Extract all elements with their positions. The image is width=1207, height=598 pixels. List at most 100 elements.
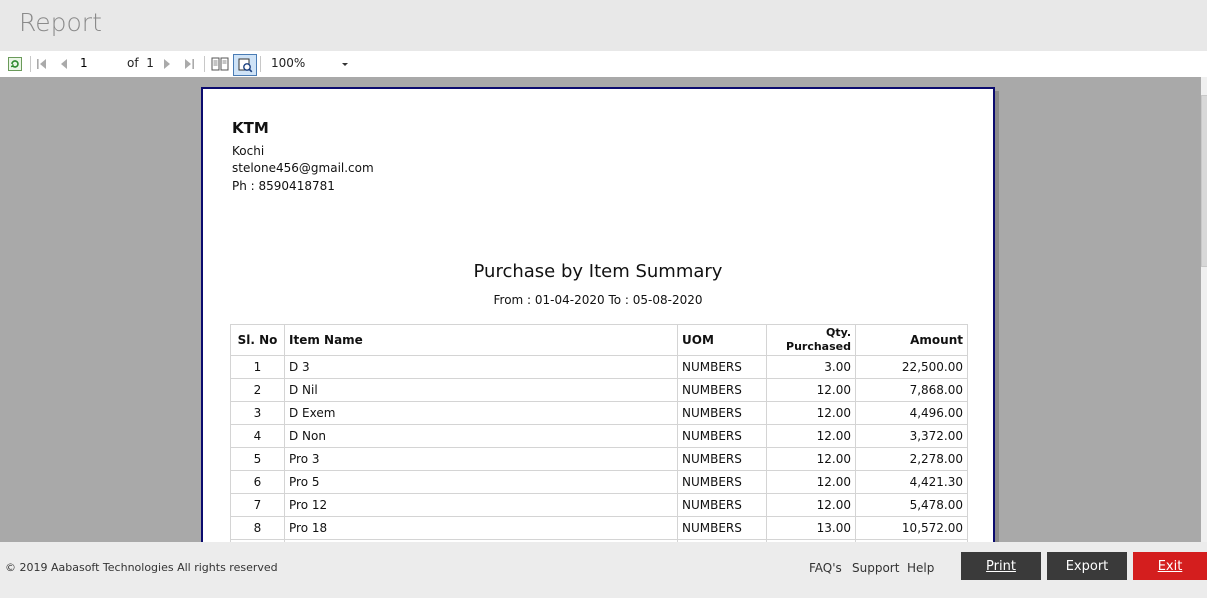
first-page-button[interactable] xyxy=(35,55,49,73)
cell-qty-purchased: 12.00 xyxy=(766,470,856,494)
report-viewer[interactable]: KTM Kochi stelone456@gmail.com Ph : 8590… xyxy=(0,77,1201,542)
cell-item-name: D Non xyxy=(284,424,678,448)
cell-sl-no: 7 xyxy=(230,493,285,517)
scrollbar-thumb[interactable] xyxy=(1201,95,1207,267)
window-title: Report xyxy=(19,8,102,37)
chevron-down-icon xyxy=(342,63,348,66)
cell-sl-no: 3 xyxy=(230,401,285,425)
cell-item-name: Pro 3 xyxy=(284,447,678,471)
cell-item-name: D Nil xyxy=(284,378,678,402)
prev-page-icon xyxy=(59,58,69,70)
zoom-select[interactable]: 100% xyxy=(266,55,352,73)
next-page-icon xyxy=(162,58,172,70)
cell-item-name: Pro 5 xyxy=(284,470,678,494)
next-page-button[interactable] xyxy=(160,55,174,73)
cell-sl-no: 1 xyxy=(230,355,285,379)
last-page-icon xyxy=(183,58,195,70)
table-row: 4D Non NUMBERS 12.00 3,372.00 xyxy=(230,424,968,448)
cell-qty-purchased: 12.00 xyxy=(766,447,856,471)
table-row: 1D 3 NUMBERS 3.00 22,500.00 xyxy=(230,355,968,379)
footer-bar: © 2019 Aabasoft Technologies All rights … xyxy=(0,542,1207,598)
refresh-button[interactable] xyxy=(7,55,23,73)
column-header-amount: Amount xyxy=(855,324,968,356)
company-phone: Ph : 8590418781 xyxy=(232,179,335,193)
export-button-label: Export xyxy=(1065,558,1109,574)
cell-amount: 22,500.00 xyxy=(855,355,968,379)
cell-sl-no: 4 xyxy=(230,424,285,448)
cell-amount: 5,478.00 xyxy=(855,493,968,517)
company-city: Kochi xyxy=(232,144,265,158)
cell-sl-no: 2 xyxy=(230,378,285,402)
copyright-text: © 2019 Aabasoft Technologies All rights … xyxy=(5,561,278,574)
print-button-label: Print xyxy=(986,558,1016,574)
report-toolbar: of 1 100% xyxy=(0,51,1207,78)
cell-uom: NUMBERS xyxy=(677,516,767,540)
cell-uom: NUMBERS xyxy=(677,355,767,379)
of-label: of xyxy=(127,56,139,70)
cell-qty-purchased: 13.00 xyxy=(766,516,856,540)
print-button[interactable]: Print xyxy=(961,552,1041,580)
cell-item-name: D 3 xyxy=(284,355,678,379)
last-page-button[interactable] xyxy=(182,55,196,73)
cell-qty-purchased: 12.00 xyxy=(766,424,856,448)
print-layout-icon xyxy=(211,56,229,72)
toolbar-separator xyxy=(260,56,261,72)
cell-sl-no: 5 xyxy=(230,447,285,471)
print-layout-button[interactable] xyxy=(210,55,230,73)
cell-item-name: Pro 12 xyxy=(284,493,678,517)
cell-amount: 10,572.00 xyxy=(855,516,968,540)
cell-sl-no: 8 xyxy=(230,516,285,540)
cell-uom: NUMBERS xyxy=(677,470,767,494)
cell-item-name: D Exem xyxy=(284,401,678,425)
cell-uom: NUMBERS xyxy=(677,378,767,402)
table-header-row: Sl. No Item Name UOM Qty. Purchased Amou… xyxy=(230,324,968,356)
title-bar: Report xyxy=(0,0,1207,51)
cell-item-name: Pro 18 xyxy=(284,516,678,540)
exit-button[interactable]: Exit xyxy=(1133,552,1207,580)
faq-link[interactable]: FAQ's xyxy=(809,561,842,575)
column-header-item-name: Item Name xyxy=(284,324,678,356)
table-row: 7 Pro 12 NUMBERS 12.00 5,478.00 xyxy=(230,493,968,517)
page-number-input[interactable] xyxy=(76,55,128,71)
prev-page-button[interactable] xyxy=(57,55,71,73)
table-row: 8 Pro 18 NUMBERS 13.00 10,572.00 xyxy=(230,516,968,540)
cell-sl-no: 6 xyxy=(230,470,285,494)
vertical-scrollbar[interactable] xyxy=(1201,77,1207,542)
page-count-label: of 1 xyxy=(127,56,154,70)
cell-amount: 4,496.00 xyxy=(855,401,968,425)
cell-amount: 3,372.00 xyxy=(855,424,968,448)
report-date-range: From : 01-04-2020 To : 05-08-2020 xyxy=(493,293,703,307)
table-row: 6 Pro 5 NUMBERS 12.00 4,421.30 xyxy=(230,470,968,494)
table-row: 3D Exem NUMBERS 12.00 4,496.00 xyxy=(230,401,968,425)
report-page: KTM Kochi stelone456@gmail.com Ph : 8590… xyxy=(201,87,995,542)
cell-qty-purchased: 12.00 xyxy=(766,378,856,402)
company-name: KTM xyxy=(232,119,269,137)
cell-amount: 2,278.00 xyxy=(855,447,968,471)
toolbar-separator xyxy=(204,56,205,72)
cell-qty-purchased: 3.00 xyxy=(766,355,856,379)
page-setup-button[interactable] xyxy=(233,54,257,76)
report-title: Purchase by Item Summary xyxy=(473,261,723,282)
exit-button-label: Exit xyxy=(1157,558,1183,574)
report-table: Sl. No Item Name UOM Qty. Purchased Amou… xyxy=(230,324,968,542)
cell-uom: NUMBERS xyxy=(677,401,767,425)
help-link[interactable]: Help xyxy=(907,561,934,575)
cell-uom: NUMBERS xyxy=(677,447,767,471)
cell-amount: 7,868.00 xyxy=(855,378,968,402)
column-header-uom: UOM xyxy=(677,324,767,356)
support-link[interactable]: Support xyxy=(852,561,899,575)
table-row: 2D Nil NUMBERS 12.00 7,868.00 xyxy=(230,378,968,402)
first-page-icon xyxy=(36,58,48,70)
page-total: 1 xyxy=(146,56,154,70)
refresh-icon xyxy=(8,57,22,71)
table-row: 5 Pro 3 NUMBERS 12.00 2,278.00 xyxy=(230,447,968,471)
toolbar-separator xyxy=(30,56,31,72)
cell-qty-purchased: 12.00 xyxy=(766,401,856,425)
column-header-qty-purchased: Qty. Purchased xyxy=(766,324,856,356)
cell-uom: NUMBERS xyxy=(677,493,767,517)
cell-uom: NUMBERS xyxy=(677,424,767,448)
cell-amount: 4,421.30 xyxy=(855,470,968,494)
cell-qty-purchased: 12.00 xyxy=(766,493,856,517)
company-email: stelone456@gmail.com xyxy=(232,161,374,175)
export-button[interactable]: Export xyxy=(1047,552,1127,580)
